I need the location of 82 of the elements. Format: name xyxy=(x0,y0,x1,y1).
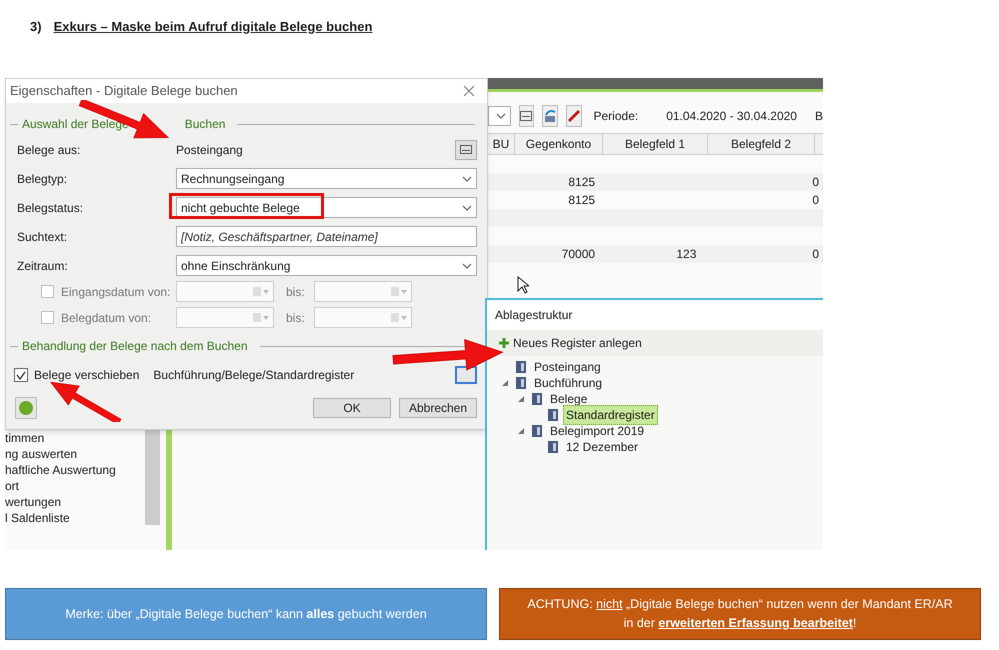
checkbox[interactable] xyxy=(14,368,28,382)
dialog-title: Eigenschaften - Digitale Belege buchen xyxy=(10,82,238,100)
expand-icon[interactable] xyxy=(518,396,524,402)
nav-item[interactable]: timmen xyxy=(5,430,145,446)
binder-icon xyxy=(547,408,559,422)
period-label: Periode: xyxy=(594,108,638,125)
group-label: Behandlung der Belege nach dem Buchen xyxy=(22,338,248,355)
window-icon[interactable] xyxy=(518,105,534,127)
nav-item[interactable]: ng auswerten xyxy=(5,446,145,462)
note-text: Merke: über „Digitale Belege buchen“ kann alles gebucht werden xyxy=(65,606,427,623)
tree-item[interactable]: Standardregister xyxy=(563,405,658,425)
group-label: Buchen xyxy=(184,116,226,133)
dropdown-icon xyxy=(263,290,269,294)
binder-icon xyxy=(531,392,543,406)
browse-button[interactable] xyxy=(455,366,477,384)
table-cell: 0 xyxy=(812,247,819,261)
dropdown-icon[interactable] xyxy=(462,204,472,210)
field-label: bis: xyxy=(286,284,306,300)
expand-icon[interactable] xyxy=(502,380,508,386)
table-cell: 8125 xyxy=(568,193,596,207)
binder-icon xyxy=(515,360,527,374)
note-text: in der erweiterten Erfassung bearbeitet! xyxy=(624,615,856,632)
dropdown-icon[interactable] xyxy=(496,113,506,119)
window-icon xyxy=(460,145,472,154)
scrollbar[interactable] xyxy=(145,430,160,525)
nav-item[interactable]: wertungen xyxy=(5,494,145,510)
field-label: Suchtext: xyxy=(17,228,68,246)
calendar-icon xyxy=(253,287,261,296)
plus-icon[interactable] xyxy=(499,338,509,348)
browse-button[interactable] xyxy=(455,140,477,160)
checkbox-label: Belege verschieben xyxy=(34,367,140,384)
expand-icon[interactable] xyxy=(518,428,524,434)
binder-icon xyxy=(531,424,543,438)
nav-item[interactable]: haftliche Auswertung xyxy=(5,462,145,478)
dropdown-icon xyxy=(401,290,407,294)
ok-button[interactable]: OK xyxy=(313,398,391,418)
dropdown-field[interactable]: ohne Einschränkung xyxy=(176,255,477,276)
pencil-icon[interactable] xyxy=(566,105,582,127)
dropdown-icon xyxy=(401,316,407,320)
search-field[interactable]: [Notiz, Geschäftspartner, Dateiname] xyxy=(176,226,477,247)
target-path: Buchführung/Belege/Standardregister xyxy=(153,367,356,384)
column-header[interactable]: Belegfeld 2 xyxy=(708,134,815,154)
table-cell: 70000 xyxy=(562,247,596,261)
checkbox[interactable] xyxy=(41,311,54,324)
cursor-icon xyxy=(517,276,529,294)
panel-title: Ablagestruktur xyxy=(495,307,572,324)
field-label: bis: xyxy=(286,310,306,326)
table-cell: 8125 xyxy=(568,175,596,189)
field-label: Belegstatus: xyxy=(17,200,84,216)
calendar-icon xyxy=(391,287,399,296)
field-label: Zeitraum: xyxy=(17,258,69,274)
field-value: Posteingang xyxy=(176,142,244,158)
nav-item[interactable]: l Saldenliste xyxy=(5,510,145,526)
dropdown-icon xyxy=(263,316,269,320)
section-number: 3) xyxy=(30,18,42,36)
cancel-button[interactable]: Abbrechen xyxy=(399,398,477,418)
help-icon[interactable] xyxy=(15,397,37,419)
table-cell: 0 xyxy=(812,175,819,189)
dropdown-icon[interactable] xyxy=(462,262,472,268)
field-label: Belegdatum von: xyxy=(61,310,152,326)
import-icon[interactable] xyxy=(542,105,558,127)
calendar-icon xyxy=(253,313,261,322)
section-title: Exkurs – Maske beim Aufruf digitale Belege buchen xyxy=(54,18,372,36)
checkbox[interactable] xyxy=(41,285,54,298)
table-cell: 123 xyxy=(676,247,696,261)
binder-icon xyxy=(547,440,559,454)
period-value: 01.04.2020 - 30.04.2020 xyxy=(666,108,797,125)
calendar-icon xyxy=(391,313,399,322)
column-header[interactable]: Gegenkonto xyxy=(515,134,603,154)
dropdown-icon[interactable] xyxy=(462,176,472,182)
field-label: Eingangsdatum von: xyxy=(61,284,172,300)
toolbar-label: B xyxy=(814,108,823,125)
field-label: Belege aus: xyxy=(17,142,82,158)
nav-item[interactable]: ort xyxy=(5,478,145,494)
column-header[interactable]: Belegfeld 1 xyxy=(603,134,708,154)
close-icon[interactable] xyxy=(463,85,475,97)
dropdown-field[interactable]: Rechnungseingang xyxy=(176,168,477,189)
combo-box[interactable] xyxy=(488,106,511,126)
table-cell: 0 xyxy=(812,193,819,207)
field-label: Belegtyp: xyxy=(17,170,68,188)
binder-icon xyxy=(515,376,527,390)
note-text: ACHTUNG: nicht „Digitale Belege buchen“ nutzen wenn der Mandant ER/AR xyxy=(527,596,953,614)
